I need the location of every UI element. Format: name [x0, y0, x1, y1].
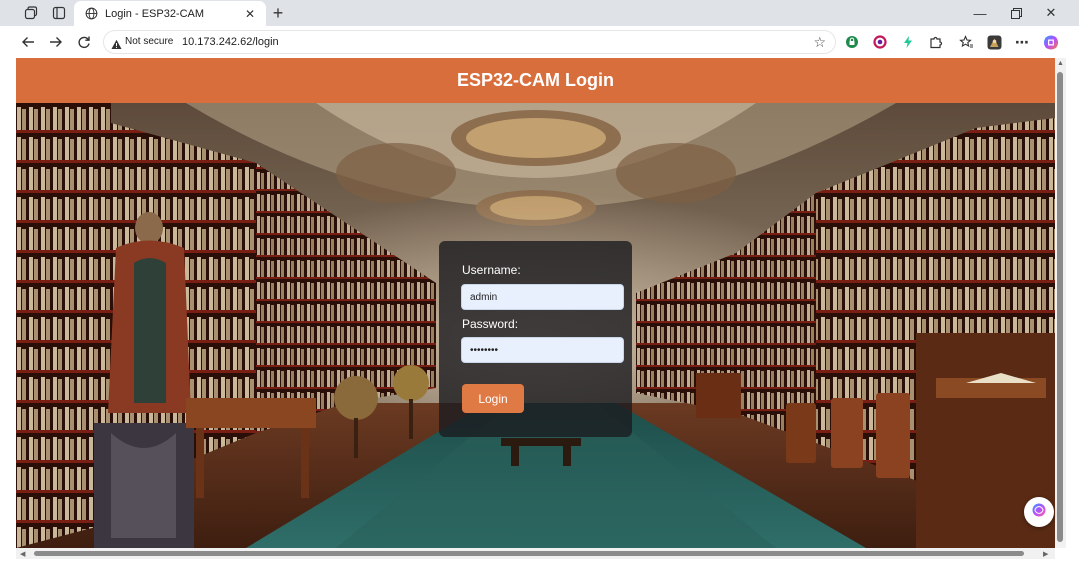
- browser-toolbar: Not secure 10.173.242.62/login ☆ ⋯: [0, 26, 1079, 58]
- password-input[interactable]: [461, 337, 624, 363]
- extension-green-icon[interactable]: [844, 34, 860, 50]
- tab-active[interactable]: Login - ESP32-CAM ✕: [74, 1, 266, 26]
- scroll-up-icon[interactable]: ▲: [1057, 60, 1064, 67]
- tab-strip: Login - ESP32-CAM ✕ + — ✕: [0, 0, 1079, 26]
- horizontal-scroll-thumb[interactable]: [34, 551, 1024, 556]
- window-close-icon[interactable]: ✕: [1041, 3, 1061, 23]
- username-label: Username:: [462, 263, 521, 277]
- restore-icon[interactable]: [1006, 3, 1026, 23]
- login-form: Username: Password: Login: [439, 241, 632, 437]
- copilot-icon[interactable]: [1043, 34, 1059, 50]
- page-title: ESP32-CAM Login: [456, 70, 614, 90]
- more-icon[interactable]: ⋯: [1014, 34, 1030, 50]
- profile-icon[interactable]: [986, 34, 1002, 50]
- warning-icon[interactable]: [111, 37, 122, 49]
- scroll-right-icon[interactable]: ▶: [1043, 550, 1048, 558]
- scroll-left-icon[interactable]: ◀: [20, 550, 25, 558]
- extension-ring-icon[interactable]: [872, 34, 888, 50]
- address-bar[interactable]: Not secure 10.173.242.62/login ☆: [103, 30, 836, 54]
- forward-icon[interactable]: [46, 32, 66, 52]
- tab-title: Login - ESP32-CAM: [105, 7, 205, 20]
- extensions-puzzle-icon[interactable]: [928, 34, 944, 50]
- vertical-scrollbar[interactable]: ▲: [1055, 58, 1066, 548]
- refresh-icon[interactable]: [74, 32, 94, 52]
- page-header: ESP32-CAM Login: [16, 58, 1055, 103]
- new-tab-icon[interactable]: +: [268, 3, 288, 23]
- security-label[interactable]: Not secure: [125, 36, 173, 47]
- vertical-scroll-thumb[interactable]: [1057, 72, 1063, 542]
- copilot-floating-button[interactable]: [1024, 497, 1054, 527]
- close-icon[interactable]: ✕: [242, 6, 258, 22]
- horizontal-scrollbar[interactable]: ◀ ▶: [16, 548, 1055, 559]
- back-icon[interactable]: [18, 32, 38, 52]
- favorites-icon[interactable]: [958, 34, 974, 50]
- login-button[interactable]: Login: [462, 384, 524, 413]
- copilot-fab-icon: [1031, 502, 1047, 523]
- extension-bolt-icon[interactable]: [900, 34, 916, 50]
- globe-icon: [83, 6, 99, 22]
- username-input[interactable]: [461, 284, 624, 310]
- library-background-image: Username: Password: Login: [16, 103, 1055, 548]
- minimize-icon[interactable]: —: [970, 3, 990, 23]
- workspaces-icon[interactable]: [22, 4, 40, 22]
- star-icon[interactable]: ☆: [813, 34, 826, 51]
- web-page: ESP32-CAM Login Username: admin Password…: [16, 58, 1055, 548]
- tab-actions-icon[interactable]: [50, 4, 68, 22]
- password-label: Password:: [462, 317, 519, 331]
- url-text[interactable]: 10.173.242.62/login: [182, 36, 279, 48]
